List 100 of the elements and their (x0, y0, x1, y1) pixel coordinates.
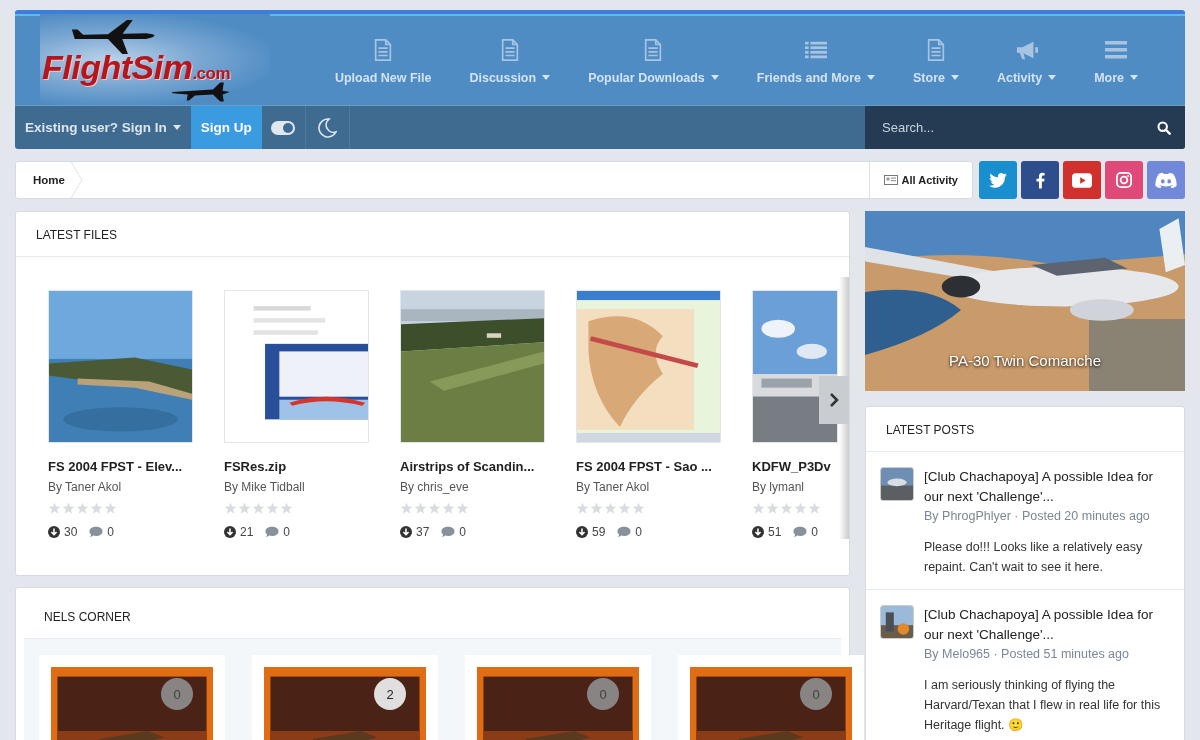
section-title: LATEST POSTS (866, 407, 1184, 452)
article-tile[interactable]: 0 (39, 655, 225, 740)
star-icon[interactable] (252, 502, 265, 515)
comment-icon (265, 526, 280, 538)
activity-icon (883, 175, 898, 185)
menu-icon (1105, 38, 1128, 61)
nav-link[interactable]: Upload New File (315, 14, 451, 105)
comment-icon (89, 526, 104, 538)
nav-link[interactable]: Discussion (450, 14, 570, 105)
facebook-icon (1035, 171, 1045, 189)
chevron-icon (829, 392, 839, 408)
comment-icon (441, 526, 456, 538)
star-icon[interactable] (76, 502, 89, 515)
logo-text: FlightSim.com (42, 48, 231, 87)
comment-count: 0 (811, 525, 819, 539)
star-icon[interactable] (280, 502, 293, 515)
discord-icon (1155, 171, 1177, 189)
article-tile[interactable]: 0 (465, 655, 651, 740)
star-icon[interactable] (442, 502, 455, 515)
sign-up-button[interactable]: Sign Up (190, 106, 262, 149)
post-meta: By Melo965 · Posted 51 minutes ago (924, 647, 1130, 661)
star-icon[interactable] (780, 502, 793, 515)
nav-link[interactable]: Friends and More (737, 14, 894, 105)
post-meta: By PhrogPhlyer · Posted 20 minutes ago (924, 509, 1151, 523)
file-author: By Taner Akol (48, 480, 123, 494)
search-icon[interactable] (1157, 120, 1171, 135)
star-icon[interactable] (794, 502, 807, 515)
star-icon[interactable] (766, 502, 779, 515)
star-icon[interactable] (752, 502, 765, 515)
nav-link[interactable]: Activity (977, 14, 1076, 105)
file-title-link[interactable]: FS 2004 FPST - Elev... (48, 459, 193, 474)
caret-icon (867, 75, 875, 80)
post-title-link[interactable]: [Club Chachapoya] A possible Idea for our next 'Challenge'... (924, 605, 1170, 645)
search-bar[interactable]: Search... (865, 106, 1185, 149)
article-tile[interactable]: 2 (252, 655, 438, 740)
file-title-link[interactable]: FSRes.zip (224, 459, 369, 474)
nav-link[interactable]: Popular Downloads (569, 14, 738, 105)
post-title-link[interactable]: [Club Chachapoya] A possible Idea for our next 'Challenge'... (924, 467, 1170, 507)
post-excerpt: I am seriously thinking of flying the Harvard/Texan that I flew in real life for this Heritage flight. 🙂 (924, 677, 1162, 734)
star-icon[interactable] (266, 502, 279, 515)
twitter-button[interactable] (979, 161, 1017, 199)
comment-icon (793, 526, 808, 538)
star-icon[interactable] (238, 502, 251, 515)
breadcrumb-link[interactable]: Home (16, 162, 71, 198)
file-title-link[interactable]: FS 2004 FPST - Sao ... (576, 459, 721, 474)
star-icon[interactable] (456, 502, 469, 515)
file-author: By Mike Tidball (224, 480, 306, 494)
star-icon[interactable] (632, 502, 645, 515)
discord-button[interactable] (1147, 161, 1185, 199)
file-title-link[interactable]: Airstrips of Scandin... (400, 459, 545, 474)
toggle-icon (270, 119, 297, 136)
promo-banner[interactable]: PA-30 Twin Comanche (865, 211, 1185, 391)
comment-count: 0 (459, 525, 467, 539)
comment-count: 0 (107, 525, 115, 539)
star-icon[interactable] (400, 502, 413, 515)
flightsim-logo[interactable]: FlightSim.com (40, 14, 270, 105)
next-arrow-button[interactable] (819, 376, 849, 424)
star-icon[interactable] (104, 502, 117, 515)
comment-count: 0 (283, 525, 291, 539)
download-icon (400, 526, 412, 538)
star-icon[interactable] (808, 502, 821, 515)
star-icon[interactable] (618, 502, 631, 515)
download-icon (576, 526, 588, 538)
file-author: By chris_eve (400, 480, 470, 494)
all-activity-link[interactable]: All Activity (868, 162, 972, 198)
download-icon (752, 526, 764, 538)
file-title-link[interactable]: KDFW_P3Dv (752, 459, 838, 474)
caret-icon (1048, 75, 1057, 80)
facebook-button[interactable] (1021, 161, 1059, 199)
youtube-button[interactable] (1063, 161, 1101, 199)
star-icon[interactable] (48, 502, 61, 515)
star-icon[interactable] (90, 502, 103, 515)
banner-caption: PA-30 Twin Comanche (948, 352, 1102, 369)
download-icon (224, 526, 236, 538)
star-icon[interactable] (604, 502, 617, 515)
caret-icon (172, 125, 181, 130)
download-count: 59 (592, 525, 606, 539)
download-count: 21 (240, 525, 254, 539)
comment-count: 0 (635, 525, 643, 539)
all-activity-label: All Activity (901, 174, 958, 186)
download-count: 51 (768, 525, 782, 539)
caret-icon (1130, 75, 1138, 80)
star-icon[interactable] (576, 502, 589, 515)
caret-icon (542, 75, 551, 80)
document-icon (925, 38, 947, 61)
star-icon[interactable] (224, 502, 237, 515)
search-field[interactable]: Search... (880, 119, 1157, 136)
caret-icon (710, 75, 719, 80)
star-icon[interactable] (428, 502, 441, 515)
star-icon[interactable] (590, 502, 603, 515)
moon-icon (317, 117, 338, 138)
nav-link[interactable]: More (1075, 14, 1157, 105)
sign-in-link[interactable]: Existing user? Sign In (15, 106, 191, 149)
nav-link[interactable]: Store (894, 14, 978, 105)
star-icon[interactable] (62, 502, 75, 515)
file-author: By Taner Akol (576, 480, 651, 494)
instagram-button[interactable] (1105, 161, 1143, 199)
camera-icon (1116, 172, 1132, 188)
star-icon[interactable] (414, 502, 427, 515)
article-tile[interactable]: 0 (678, 655, 864, 740)
